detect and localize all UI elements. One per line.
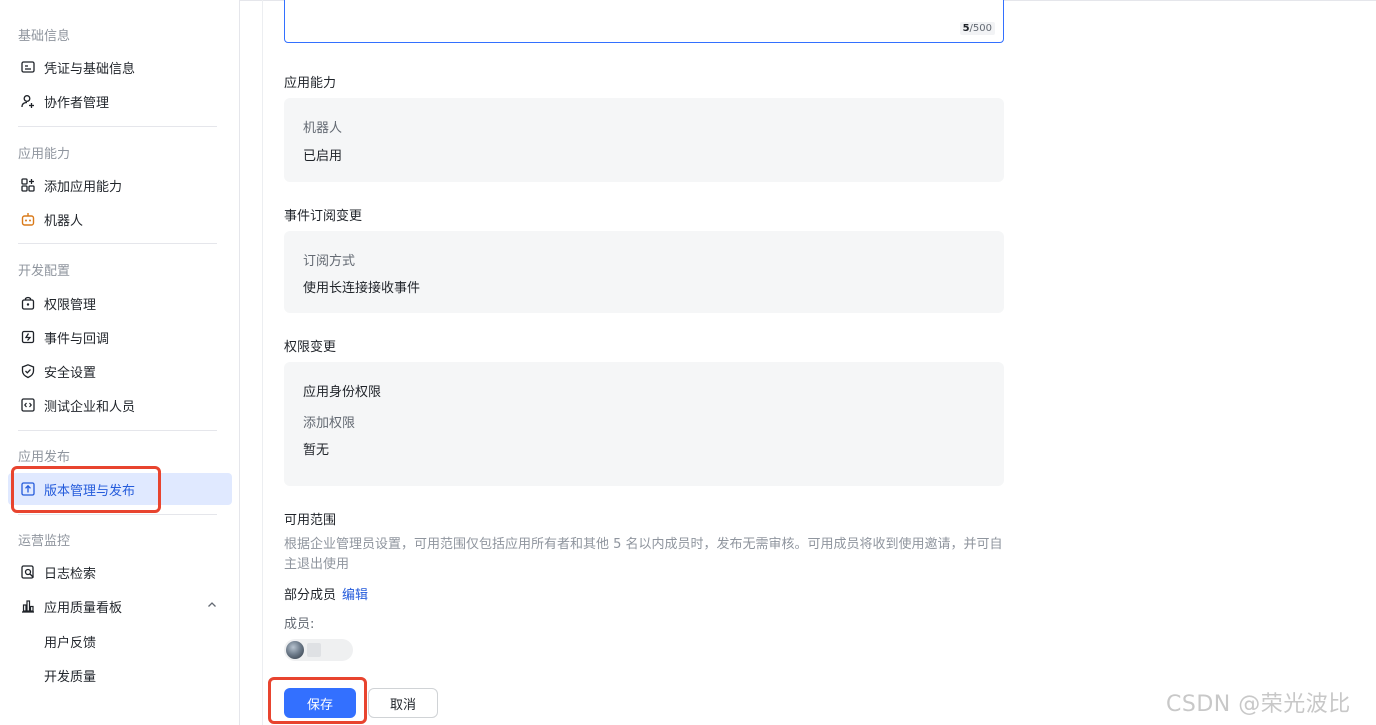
sidebar-item-log-search[interactable]: 日志检索 — [8, 556, 232, 588]
card-label: 订阅方式 — [303, 254, 356, 269]
sidebar-item-permissions[interactable]: 权限管理 — [8, 287, 232, 319]
sidebar-item-label: 安全设置 — [44, 365, 97, 381]
description-textarea[interactable]: 5/500 — [284, 0, 1004, 43]
group-title-basic: 基础信息 — [18, 29, 71, 44]
sidebar-item-label: 机器人 — [44, 213, 84, 229]
apps-add-icon — [20, 177, 36, 193]
sidebar-item-label: 协作者管理 — [44, 95, 110, 111]
sidebar-item-collaborators[interactable]: 协作者管理 — [8, 85, 232, 117]
section-title-app-capability: 应用能力 — [284, 76, 337, 91]
sidebar-item-label: 开发质量 — [44, 669, 97, 685]
sidebar-item-events[interactable]: 事件与回调 — [8, 321, 232, 353]
availability-description: 根据企业管理员设置，可用范围仅包括应用所有者和其他 5 名以内成员时，发布无需审… — [284, 537, 1003, 572]
edit-scope-link[interactable]: 编辑 — [342, 584, 368, 603]
sidebar-item-label: 测试企业和人员 — [44, 399, 136, 415]
code-icon — [20, 397, 36, 413]
app-capability-card: 机器人 已启用 — [284, 98, 1004, 182]
group-title-release: 应用发布 — [18, 450, 71, 465]
watermark: CSDN @荣光波比 — [1166, 692, 1351, 717]
divider — [18, 243, 217, 244]
section-title-event-subscription: 事件订阅变更 — [284, 209, 363, 224]
event-subscription-card: 订阅方式 使用长连接接收事件 — [284, 231, 1004, 313]
sidebar-item-dev-quality[interactable]: 开发质量 — [8, 659, 232, 691]
credential-icon — [20, 59, 36, 75]
log-search-icon — [20, 564, 36, 580]
card-label: 添加权限 — [303, 416, 356, 431]
robot-icon — [20, 211, 36, 227]
sidebar-item-label: 权限管理 — [44, 297, 97, 313]
section-title-availability: 可用范围 — [284, 513, 337, 528]
sidebar-item-label: 日志检索 — [44, 566, 97, 582]
cancel-button[interactable]: 取消 — [368, 688, 438, 718]
sidebar-item-label: 版本管理与发布 — [44, 483, 136, 499]
sidebar-item-test-org[interactable]: 测试企业和人员 — [8, 389, 232, 421]
member-chip[interactable] — [284, 639, 353, 661]
bar-chart-icon — [20, 598, 36, 614]
sidebar-item-label: 事件与回调 — [44, 331, 110, 347]
save-button[interactable]: 保存 — [284, 688, 356, 718]
sidebar-nav: 基础信息 凭证与基础信息 协作者管理 应用能力 添加应用能力 机器人 开发配置 … — [0, 0, 240, 725]
char-counter: 5/500 — [959, 22, 995, 35]
sidebar-item-label: 凭证与基础信息 — [44, 61, 136, 77]
add-user-icon — [20, 93, 36, 109]
event-icon — [20, 329, 36, 345]
avatar — [286, 641, 304, 659]
group-title-monitoring: 运营监控 — [18, 534, 71, 549]
card-label: 机器人 — [303, 121, 343, 136]
group-title-dev-config: 开发配置 — [18, 264, 71, 279]
members-label: 成员: — [284, 617, 315, 632]
shield-icon — [20, 363, 36, 379]
card-subtitle: 应用身份权限 — [303, 385, 382, 400]
permission-change-card: 应用身份权限 添加权限 暂无 — [284, 362, 1004, 486]
group-title-capability: 应用能力 — [18, 147, 71, 162]
card-value: 暂无 — [303, 443, 330, 458]
divider — [18, 430, 217, 431]
sidebar-item-label: 应用质量看板 — [44, 600, 123, 616]
member-name-blurred — [307, 643, 321, 657]
upload-icon — [20, 481, 36, 497]
divider — [18, 514, 217, 515]
sidebar-item-label: 用户反馈 — [44, 635, 97, 651]
card-value: 已启用 — [303, 149, 343, 164]
section-title-permission-change: 权限变更 — [284, 340, 337, 355]
sidebar-item-add-capability[interactable]: 添加应用能力 — [8, 169, 232, 201]
sidebar-item-robot[interactable]: 机器人 — [8, 203, 232, 235]
permission-lock-icon — [20, 295, 36, 311]
divider — [18, 126, 217, 127]
availability-scope: 部分成员 — [284, 588, 337, 603]
chevron-up-icon[interactable] — [206, 599, 218, 615]
sidebar-item-security[interactable]: 安全设置 — [8, 355, 232, 387]
sidebar-item-user-feedback[interactable]: 用户反馈 — [8, 625, 232, 657]
sidebar-item-version-release[interactable]: 版本管理与发布 — [8, 473, 232, 505]
sidebar-item-credentials[interactable]: 凭证与基础信息 — [8, 51, 232, 83]
sidebar-item-label: 添加应用能力 — [44, 179, 123, 195]
sidebar-item-quality-board[interactable]: 应用质量看板 — [8, 590, 232, 622]
card-value: 使用长连接接收事件 — [303, 281, 421, 296]
